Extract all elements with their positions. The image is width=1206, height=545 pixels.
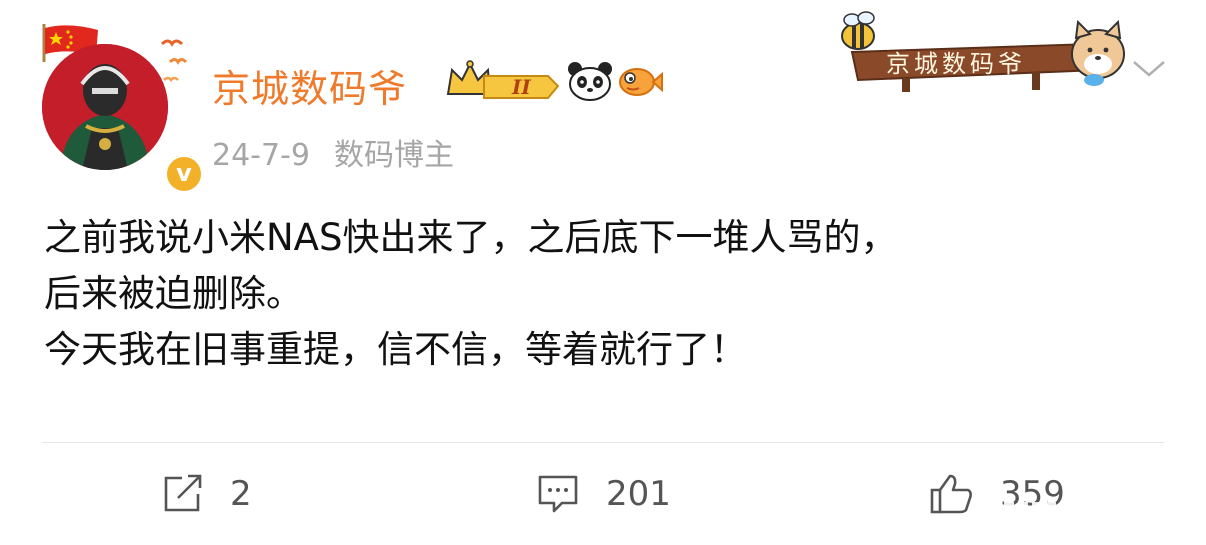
fish-icon [619, 68, 663, 96]
avatar-group[interactable]: v [38, 22, 204, 194]
post-meta: 24-7-9 数码博主 [212, 130, 454, 174]
badge-level-text: II [511, 75, 531, 99]
thumbs-up-icon [930, 474, 972, 514]
comment-button[interactable]: 201 [536, 472, 671, 516]
member-level-badge-icon: II [446, 60, 560, 99]
bee-icon [841, 11, 875, 50]
post-date[interactable]: 24-7-9 [212, 138, 310, 173]
watermark-overlay [972, 502, 1194, 528]
comment-icon [538, 475, 578, 513]
divider [42, 442, 1164, 443]
panda-icon [568, 62, 612, 101]
chevron-down-icon[interactable] [1130, 56, 1168, 80]
repost-icon [164, 474, 202, 512]
avatar-illustration-icon [42, 44, 168, 170]
nameplate-decoration: 京城数码爷 [841, 11, 1125, 92]
repost-count: 2 [230, 474, 252, 514]
post-source: 数码博主 [334, 138, 454, 173]
comment-count: 201 [606, 474, 671, 514]
dog-icon [1071, 19, 1125, 86]
content-line: 今天我在旧事重提，信不信，等着就行了！ [44, 328, 747, 371]
avatar[interactable] [42, 44, 168, 170]
post-content: 之前我说小米NAS快出来了，之后底下一堆人骂的， 后来被迫删除。 今天我在旧事重… [44, 210, 1174, 378]
author-name[interactable]: 京城数码爷 [212, 58, 407, 113]
verified-badge: v [164, 154, 204, 194]
nameplate-text: 京城数码爷 [886, 50, 1026, 78]
content-line: 后来被迫删除。 [44, 272, 303, 315]
repost-button[interactable]: 2 [160, 472, 252, 516]
content-line: 之前我说小米NAS快出来了，之后底下一堆人骂的， [44, 216, 898, 259]
